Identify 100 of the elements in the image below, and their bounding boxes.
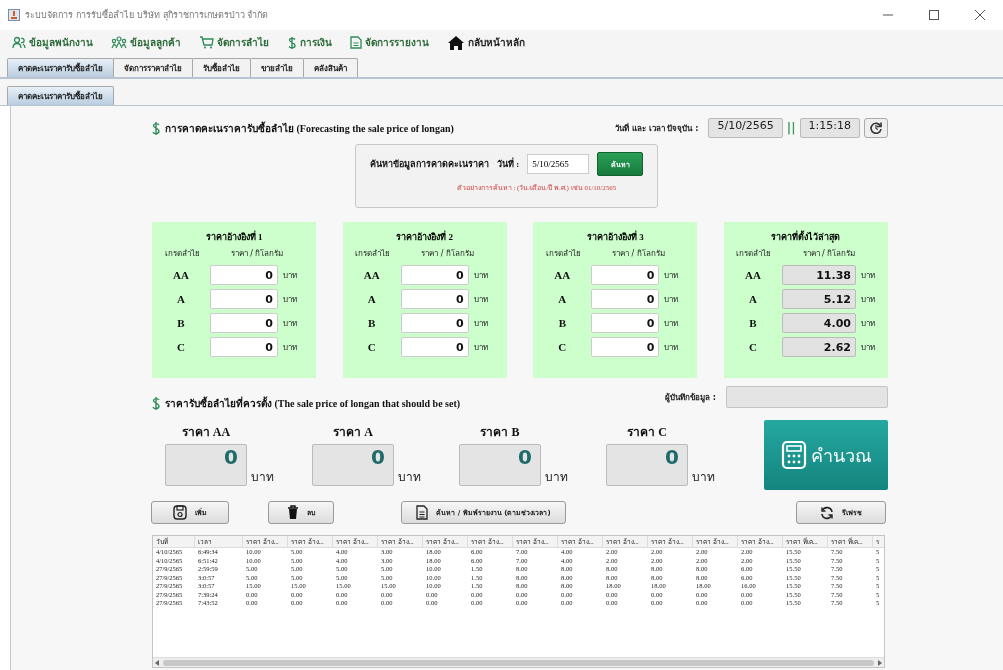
save-icon bbox=[173, 505, 187, 520]
column-label: เกรดลำไย bbox=[735, 248, 773, 260]
price-field[interactable]: 0 bbox=[591, 265, 660, 285]
separator: || bbox=[786, 121, 796, 135]
scroll-left-icon[interactable] bbox=[153, 658, 161, 667]
unit-label: บาท bbox=[283, 293, 297, 306]
grade-label: A bbox=[176, 293, 186, 305]
menu-item[interactable]: ข้อมูลพนักงาน bbox=[10, 35, 95, 50]
unit-label: บาท bbox=[860, 317, 875, 330]
unit-label: บาท bbox=[664, 341, 679, 354]
group-icon bbox=[111, 36, 127, 49]
panel-title: ราคาที่ตั้งไว้ล่าสุด bbox=[770, 230, 842, 243]
price-field[interactable]: 0 bbox=[210, 265, 278, 285]
unit-label: บาท bbox=[251, 469, 274, 486]
grade-label: C bbox=[176, 341, 186, 353]
unit-label: บาท bbox=[473, 293, 488, 306]
price-readout[interactable]: 2.62 bbox=[781, 337, 856, 357]
trash-icon bbox=[287, 505, 299, 520]
scroll-right-icon[interactable] bbox=[876, 658, 884, 667]
calculator-icon bbox=[780, 440, 807, 470]
price-readout[interactable]: 11.38 bbox=[781, 265, 856, 285]
price-field[interactable]: 0 bbox=[400, 265, 469, 285]
price-readout[interactable]: 5.12 bbox=[781, 289, 856, 309]
grade-label: C bbox=[557, 341, 568, 353]
date-display: 5/10/2565 bbox=[708, 118, 783, 138]
recorder-label: ผู้บันทึกข้อมูล : bbox=[665, 391, 716, 404]
maximize-icon bbox=[929, 10, 939, 20]
date-field[interactable]: 5/10/2565 bbox=[527, 154, 590, 174]
price-display: 0 bbox=[312, 444, 394, 486]
section-title: การคาดคะเนราคารับซื้อลำไย (Forecasting the sale price of longan) bbox=[165, 120, 454, 136]
tab[interactable]: คลังสินค้า bbox=[303, 58, 358, 77]
recorder-field[interactable] bbox=[726, 386, 888, 408]
refresh-icon bbox=[820, 505, 834, 520]
app-icon bbox=[8, 9, 20, 21]
window-title: ระบบจัดการ การรับซื้อลำไย บริษัท สุกิราชการเกษตรป่าว จำกัด bbox=[25, 8, 269, 22]
close-icon bbox=[975, 10, 985, 20]
unit-label: บาท bbox=[473, 317, 488, 330]
section-title: ราคารับซื้อลำไยที่ควรตั้ง (The sale price of longan that should be set) bbox=[165, 396, 461, 411]
price-field[interactable]: 0 bbox=[210, 337, 278, 357]
unit-label: บาท bbox=[664, 317, 679, 330]
price-field[interactable]: 0 bbox=[210, 313, 278, 333]
price-display: 0 bbox=[459, 444, 541, 486]
price-label: ราคา AA bbox=[180, 424, 232, 440]
price-field[interactable]: 0 bbox=[591, 313, 660, 333]
menu-item[interactable]: จัดการลำไย bbox=[197, 35, 271, 50]
unit-label: บาท bbox=[283, 317, 297, 330]
grade-label: B bbox=[748, 317, 758, 329]
unit-label: บาท bbox=[283, 341, 297, 354]
unit-label: บาท bbox=[545, 469, 568, 486]
grade-label: AA bbox=[172, 269, 190, 281]
price-field[interactable]: 0 bbox=[400, 337, 469, 357]
document-icon bbox=[416, 505, 429, 520]
unit-label: บาท bbox=[664, 293, 679, 306]
price-display: 0 bbox=[165, 444, 247, 486]
price-field[interactable]: 0 bbox=[210, 289, 278, 309]
people-icon bbox=[12, 36, 26, 49]
dollar-icon bbox=[287, 35, 297, 50]
unit-label: บาท bbox=[473, 269, 488, 282]
price-field[interactable]: 0 bbox=[400, 313, 469, 333]
unit-label: บาท bbox=[283, 269, 297, 282]
column-label: เกรดลำไย bbox=[544, 248, 582, 260]
grade-label: C bbox=[748, 341, 758, 353]
price-label: ราคา C bbox=[626, 424, 668, 440]
panel-title: ราคาอ้างอิงที่ 1 bbox=[204, 230, 264, 243]
panel-title: ราคาอ้างอิงที่ 3 bbox=[585, 230, 645, 243]
unit-label: บาท bbox=[473, 341, 488, 354]
home-icon bbox=[447, 35, 465, 50]
document-icon bbox=[350, 36, 362, 49]
column-label: ราคา / กิโลกรัม bbox=[801, 248, 857, 260]
grade-label: B bbox=[176, 317, 186, 329]
grade-label: AA bbox=[362, 269, 381, 281]
price-field[interactable]: 0 bbox=[591, 289, 660, 309]
unit-label: บาท bbox=[664, 269, 679, 282]
unit-label: บาท bbox=[860, 293, 875, 306]
refresh-icon bbox=[869, 121, 883, 135]
dollar-icon bbox=[151, 120, 161, 136]
tab[interactable]: คาดคะเนราคารับซื้อลำไย bbox=[7, 86, 114, 105]
price-readout[interactable]: 4.00 bbox=[781, 313, 856, 333]
dollar-icon bbox=[151, 396, 161, 411]
menu-item[interactable]: การเงิน bbox=[285, 35, 334, 50]
price-field[interactable]: 0 bbox=[591, 337, 660, 357]
grade-label: A bbox=[557, 293, 568, 305]
tab[interactable]: คาดคะเนราคารับซื้อลำไย bbox=[7, 58, 114, 77]
price-field[interactable]: 0 bbox=[400, 289, 469, 309]
menu-item[interactable]: ข้อมูลลูกค้า bbox=[109, 35, 183, 50]
datetime-label: วันที่ และ เวลา ปัจจุบัน : bbox=[615, 122, 699, 135]
price-label: ราคา A bbox=[332, 424, 374, 440]
calculate-button[interactable]: คำนวณ bbox=[764, 420, 888, 490]
grade-label: AA bbox=[744, 269, 762, 281]
grade-label: A bbox=[748, 293, 758, 305]
refresh-button[interactable] bbox=[864, 118, 888, 138]
column-label: ราคา / กิโลกรัม bbox=[420, 248, 476, 260]
date-label: วันที่ : bbox=[496, 157, 520, 171]
grade-label: C bbox=[366, 341, 377, 353]
time-display: 1:15:18 bbox=[799, 118, 860, 138]
horizontal-scrollbar[interactable] bbox=[153, 657, 884, 667]
price-display: 0 bbox=[606, 444, 688, 486]
menu-item[interactable]: จัดการรายงาน bbox=[348, 35, 431, 50]
menu-item[interactable]: กลับหน้าหลัก bbox=[445, 35, 527, 50]
price-label: ราคา B bbox=[479, 424, 521, 440]
